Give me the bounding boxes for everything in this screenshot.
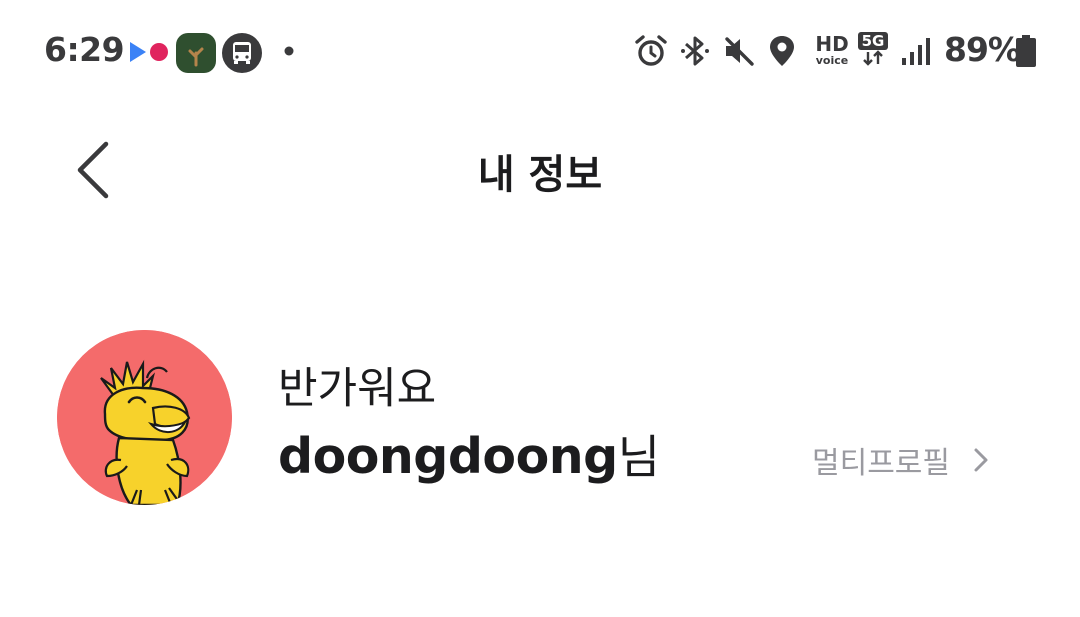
- battery-percent: 89%: [944, 30, 1021, 69]
- greeting-text: 반가워요: [278, 364, 437, 414]
- status-time: 6:29: [44, 30, 125, 69]
- user-name: doongdoong: [278, 428, 618, 485]
- status-bar: 6:29 HD voice 5G 89%: [0, 0, 1080, 100]
- location-icon: [770, 36, 794, 66]
- signal-icon: [902, 38, 930, 65]
- mute-icon: [725, 37, 754, 66]
- page-title: 내 정보: [477, 152, 603, 198]
- more-dot-icon: [284, 46, 294, 56]
- multi-profile-label: 멀티프로필: [812, 446, 950, 481]
- user-honorific: 님: [617, 430, 661, 484]
- avatar[interactable]: [57, 330, 232, 505]
- woodstock-avatar-image: [57, 330, 232, 505]
- bus-icon: [222, 33, 262, 73]
- tree-app-icon: [176, 33, 216, 73]
- bluetooth-icon: [681, 36, 709, 66]
- 5g-icon: 5G: [858, 32, 888, 68]
- media-playback-icon: [130, 42, 168, 62]
- alarm-icon: [635, 35, 667, 66]
- battery-icon: [1016, 35, 1036, 67]
- my-info-screen: 6:29 HD voice 5G 89% 내 정보 반가워요 doongdoon…: [0, 0, 1080, 617]
- multi-profile-button[interactable]: 멀티프로필: [812, 440, 990, 481]
- user-name-line: doongdoong님: [278, 421, 660, 487]
- chevron-right-icon: [974, 448, 988, 472]
- hd-voice-icon: HD voice: [815, 32, 849, 67]
